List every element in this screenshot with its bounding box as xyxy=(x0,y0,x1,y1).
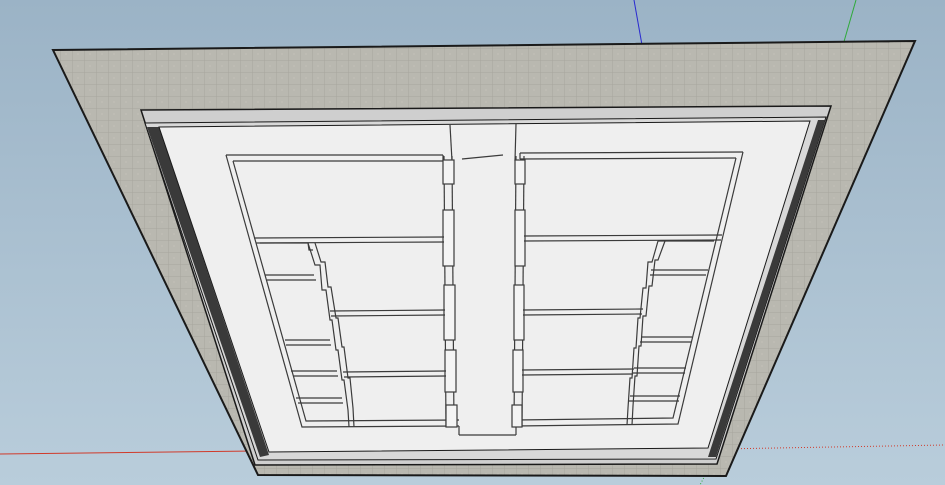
door-jamb xyxy=(514,159,526,185)
door-jamb xyxy=(513,284,525,341)
door-jamb xyxy=(442,159,455,185)
door-jamb xyxy=(443,284,456,341)
door-jamb xyxy=(444,349,457,393)
door-jamb xyxy=(445,404,458,428)
sketchup-viewport[interactable] xyxy=(0,0,945,485)
inner-panel[interactable] xyxy=(158,120,811,453)
3d-model-canvas[interactable] xyxy=(0,0,945,485)
door-jamb xyxy=(512,349,524,393)
door-jamb xyxy=(442,209,455,267)
door-jamb xyxy=(514,209,526,267)
door-jamb xyxy=(511,404,523,428)
